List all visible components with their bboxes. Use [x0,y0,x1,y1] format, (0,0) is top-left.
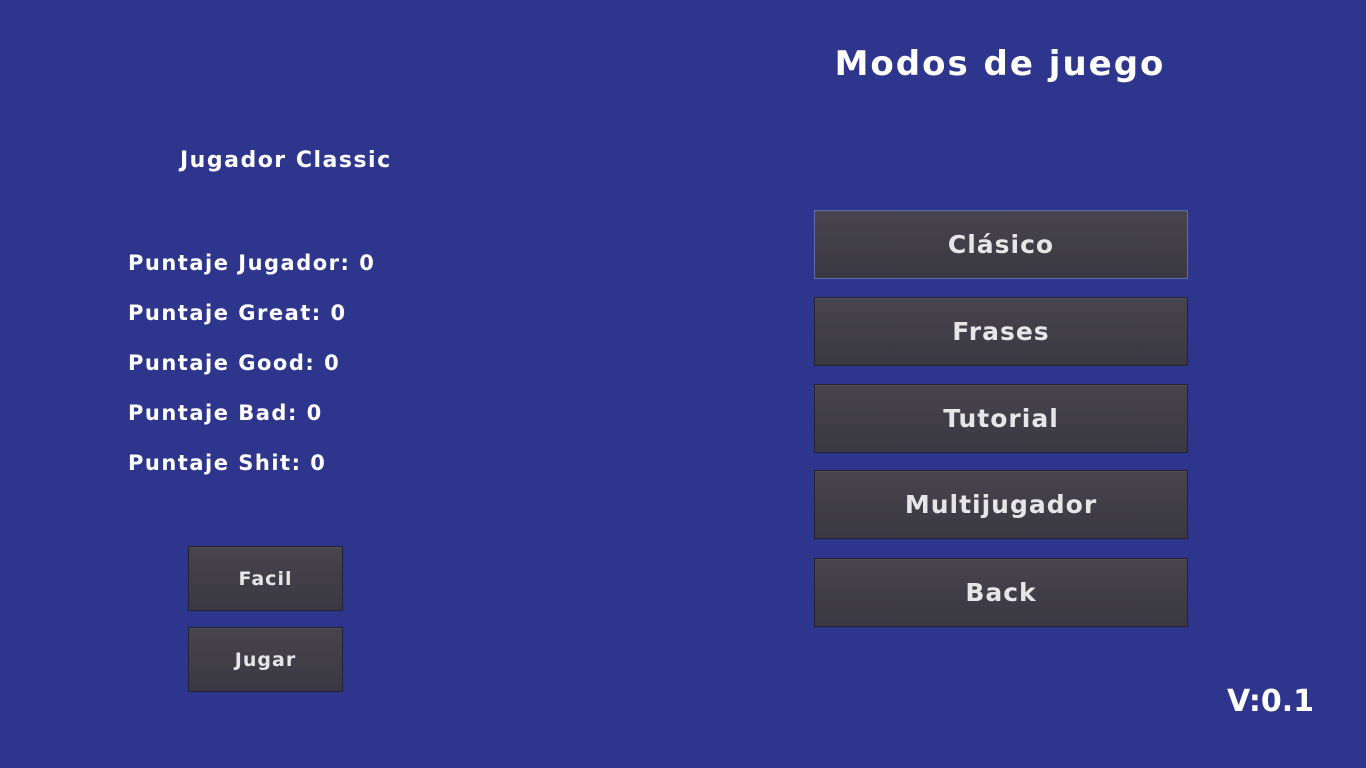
game-mode-screen: Modos de juego Jugador Classic Puntaje J… [0,0,1366,768]
multiplayer-mode-button[interactable]: Multijugador [814,470,1188,539]
score-shit: Puntaje Shit: 0 [128,451,327,475]
score-good: Puntaje Good: 0 [128,351,341,375]
play-button[interactable]: Jugar [188,627,343,692]
score-player: Puntaje Jugador: 0 [128,251,376,275]
score-list: Puntaje Jugador: 0 Puntaje Great: 0 Punt… [128,248,375,498]
score-bad: Puntaje Bad: 0 [128,401,323,425]
score-great: Puntaje Great: 0 [128,301,347,325]
version-label: V:0.1 [1226,684,1314,719]
player-name: Jugador Classic [180,148,392,173]
difficulty-button[interactable]: Facil [188,546,343,611]
page-title: Modos de juego [834,44,1166,84]
phrases-mode-button[interactable]: Frases [814,297,1188,366]
tutorial-mode-button[interactable]: Tutorial [814,384,1188,453]
back-button[interactable]: Back [814,558,1188,627]
classic-mode-button[interactable]: Clásico [814,210,1188,279]
